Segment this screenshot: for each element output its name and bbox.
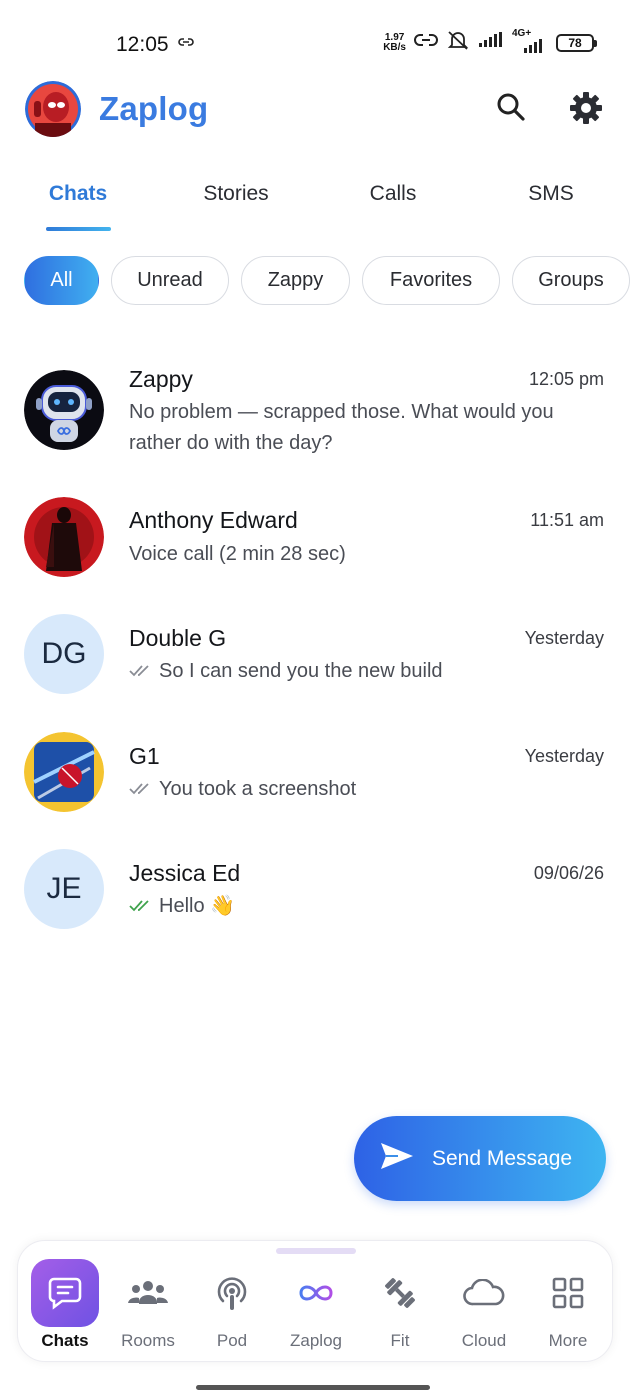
chat-preview: So I can send you the new build xyxy=(129,656,599,687)
chat-preview: No problem — scrapped those. What would … xyxy=(129,401,554,454)
mute-icon xyxy=(446,30,470,55)
nav-more[interactable]: More xyxy=(526,1259,610,1359)
hero-avatar xyxy=(24,497,104,577)
robot-avatar xyxy=(24,370,104,450)
people-icon xyxy=(114,1259,182,1327)
chat-name: Anthony Edward xyxy=(129,507,298,533)
tab-sms[interactable]: SMS xyxy=(528,182,574,206)
avatar-initials: DG xyxy=(24,614,104,694)
signal-icon xyxy=(478,32,504,53)
chat-preview: Voice call (2 min 28 sec) xyxy=(129,543,346,565)
tab-calls[interactable]: Calls xyxy=(370,182,417,206)
status-time: 12:05 xyxy=(116,33,169,56)
cricket-avatar xyxy=(24,732,104,812)
nav-pod[interactable]: Pod xyxy=(190,1259,274,1359)
gear-icon[interactable] xyxy=(568,90,604,131)
chat-item-double-g[interactable]: DG Double G Yesterday So I can send you … xyxy=(0,612,630,702)
cloud-icon xyxy=(450,1259,518,1327)
send-message-label: Send Message xyxy=(432,1146,573,1170)
read-tick-icon xyxy=(129,656,153,687)
read-tick-icon xyxy=(129,774,153,805)
home-indicator[interactable] xyxy=(196,1385,430,1390)
nav-zaplog[interactable]: Zaplog xyxy=(274,1259,358,1359)
tab-stories[interactable]: Stories xyxy=(203,182,268,206)
filter-chips: All Unread Zappy Favorites Groups xyxy=(24,256,630,306)
chat-time: 11:51 am xyxy=(530,510,604,530)
filter-favorites[interactable]: Favorites xyxy=(362,256,500,305)
network-speed: 1.97 KB/s xyxy=(383,31,406,53)
nav-handle[interactable] xyxy=(276,1248,356,1254)
chat-time: Yesterday xyxy=(524,746,604,766)
active-tab-indicator xyxy=(46,227,111,231)
dumbbell-icon xyxy=(366,1259,434,1327)
battery-icon: 78 xyxy=(556,33,597,52)
filter-unread[interactable]: Unread xyxy=(111,256,229,305)
signal-4g-icon: 4G+ xyxy=(512,28,548,54)
infinity-icon xyxy=(282,1259,350,1327)
nav-rooms[interactable]: Rooms xyxy=(106,1259,190,1359)
chat-preview: Hello 👋 xyxy=(129,891,599,922)
search-icon[interactable] xyxy=(496,92,526,127)
send-message-button[interactable]: Send Message xyxy=(354,1116,606,1201)
chat-icon xyxy=(31,1259,99,1327)
link-icon xyxy=(414,32,438,53)
read-tick-icon xyxy=(129,891,153,922)
nav-fit[interactable]: Fit xyxy=(358,1259,442,1359)
app-title: Zaplog xyxy=(99,90,209,127)
chat-name: G1 xyxy=(129,743,160,769)
profile-avatar[interactable] xyxy=(25,81,81,137)
bottom-navigation: Chats Rooms Pod Zaplog Fit Cloud More xyxy=(17,1240,613,1362)
status-bar: 12:05 1.97 KB/s 4G+ 78 xyxy=(0,0,630,80)
filter-all[interactable]: All xyxy=(24,256,99,305)
chat-item-anthony-edward[interactable]: Anthony Edward 11:51 am Voice call (2 mi… xyxy=(0,495,630,585)
tab-chats[interactable]: Chats xyxy=(49,182,107,206)
grid-icon xyxy=(534,1259,602,1327)
filter-groups[interactable]: Groups xyxy=(512,256,630,305)
app-header: Zaplog xyxy=(0,78,630,140)
chat-time: Yesterday xyxy=(524,628,604,648)
chat-name: Jessica Ed xyxy=(129,860,241,886)
chat-name: Zappy xyxy=(129,366,193,392)
chat-name: Double G xyxy=(129,625,227,651)
nav-chats[interactable]: Chats xyxy=(23,1259,107,1359)
chat-item-jessica-ed[interactable]: JE Jessica Ed 09/06/26 Hello 👋 xyxy=(0,847,630,937)
chat-time: 09/06/26 xyxy=(533,863,604,883)
filter-zappy[interactable]: Zappy xyxy=(241,256,350,305)
chat-preview: You took a screenshot xyxy=(129,774,599,805)
status-icons: 1.97 KB/s 4G+ 78 xyxy=(383,28,597,55)
nav-cloud[interactable]: Cloud xyxy=(442,1259,526,1359)
podcast-icon xyxy=(198,1259,266,1327)
chat-time: 12:05 pm xyxy=(528,369,604,389)
send-icon xyxy=(380,1142,414,1175)
main-tabs: Chats Stories Calls SMS xyxy=(0,168,630,232)
chat-item-g1[interactable]: G1 Yesterday You took a screenshot xyxy=(0,730,630,820)
avatar-initials: JE xyxy=(24,849,104,929)
link-icon xyxy=(178,35,194,53)
chat-item-zappy[interactable]: Zappy 12:05 pm No problem — scrapped tho… xyxy=(0,362,630,462)
